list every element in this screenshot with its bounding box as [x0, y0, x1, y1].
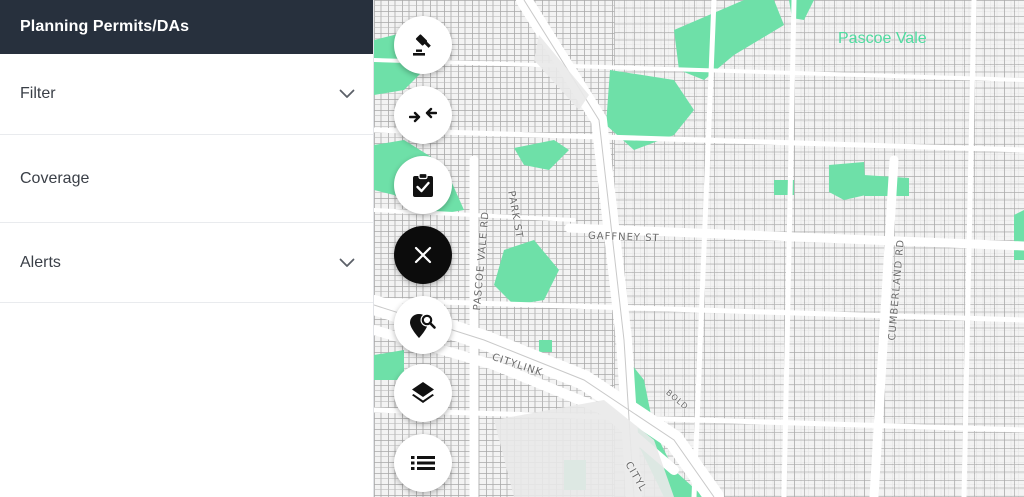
layers-icon — [410, 380, 436, 406]
location-search-icon — [408, 310, 438, 340]
close-button[interactable] — [394, 226, 452, 284]
basemap — [374, 0, 1024, 497]
compress-arrows-icon — [409, 105, 437, 125]
sidebar: Planning Permits/DAs Filter Coverage Ale… — [0, 0, 374, 497]
sidebar-header: Planning Permits/DAs — [0, 0, 373, 54]
close-icon — [413, 245, 433, 265]
compress-button[interactable] — [394, 86, 452, 144]
map-view[interactable]: Pascoe Vale GAFFNEY ST PARK ST PASCOE VA… — [374, 0, 1024, 497]
chevron-down-icon[interactable] — [339, 89, 355, 99]
list-icon — [411, 454, 435, 472]
tasks-button[interactable] — [394, 156, 452, 214]
chevron-down-icon[interactable] — [339, 258, 355, 268]
clipboard-check-icon — [411, 172, 435, 198]
layers-button[interactable] — [394, 364, 452, 422]
panel-title: Planning Permits/DAs — [20, 18, 190, 35]
gavel-icon — [410, 32, 436, 58]
list-button[interactable] — [394, 434, 452, 492]
location-search-button[interactable] — [394, 296, 452, 354]
coverage-section[interactable]: Coverage — [0, 135, 373, 223]
alerts-section[interactable]: Alerts — [0, 223, 373, 303]
suburb-label: Pascoe Vale — [838, 30, 927, 47]
filter-label: Filter — [20, 85, 56, 102]
coverage-label: Coverage — [20, 169, 90, 187]
alerts-label: Alerts — [20, 253, 61, 271]
filter-section[interactable]: Filter — [0, 54, 373, 135]
gavel-button[interactable] — [394, 16, 452, 74]
